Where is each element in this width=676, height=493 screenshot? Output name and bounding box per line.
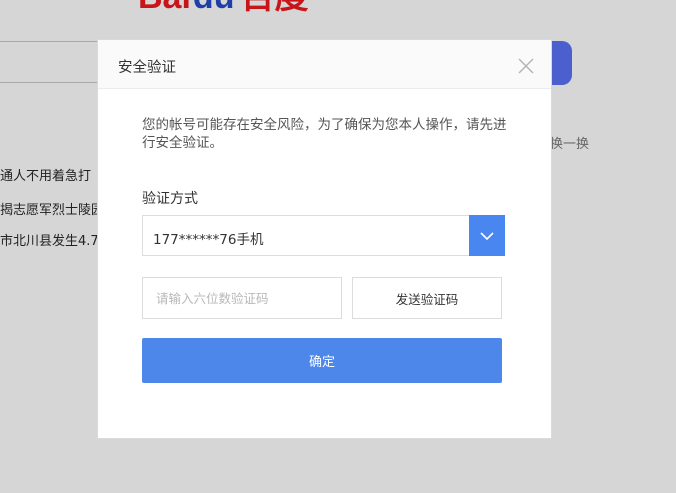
verification-method-label: 验证方式 bbox=[142, 191, 198, 207]
close-icon[interactable] bbox=[518, 58, 534, 74]
logo-text-chinese: 百度 bbox=[240, 0, 308, 14]
verification-description: 您的帐号可能存在安全风险，为了确保为您本人操作，请先进行安全验证。 bbox=[142, 117, 507, 151]
verification-code-input[interactable] bbox=[142, 277, 342, 319]
send-code-button[interactable]: 发送验证码 bbox=[352, 277, 502, 319]
dialog-header: 安全验证 bbox=[98, 40, 551, 89]
background-hot-item: 市北川县发生4.7 bbox=[0, 234, 98, 249]
dialog-title: 安全验证 bbox=[118, 60, 176, 76]
verification-method-select[interactable]: 177******76手机 bbox=[142, 215, 505, 256]
confirm-button[interactable]: 确定 bbox=[142, 338, 502, 383]
chevron-down-icon[interactable] bbox=[469, 215, 505, 256]
background-hot-item: 通人不用着急打 bbox=[0, 169, 92, 184]
logo-text-latin: Bai bbox=[138, 0, 191, 14]
background-swap-link: 换一换 bbox=[550, 137, 590, 152]
baidu-logo: Bai du 百度 bbox=[138, 0, 308, 14]
security-verification-dialog: 安全验证 您的帐号可能存在安全风险，为了确保为您本人操作，请先进行安全验证。 验… bbox=[97, 39, 552, 439]
logo-paw-text: du bbox=[193, 0, 235, 14]
selected-method-value: 177******76手机 bbox=[153, 232, 264, 248]
background-hot-item: 揭志愿军烈士陵园 bbox=[0, 203, 98, 218]
background-search-input bbox=[0, 41, 108, 83]
